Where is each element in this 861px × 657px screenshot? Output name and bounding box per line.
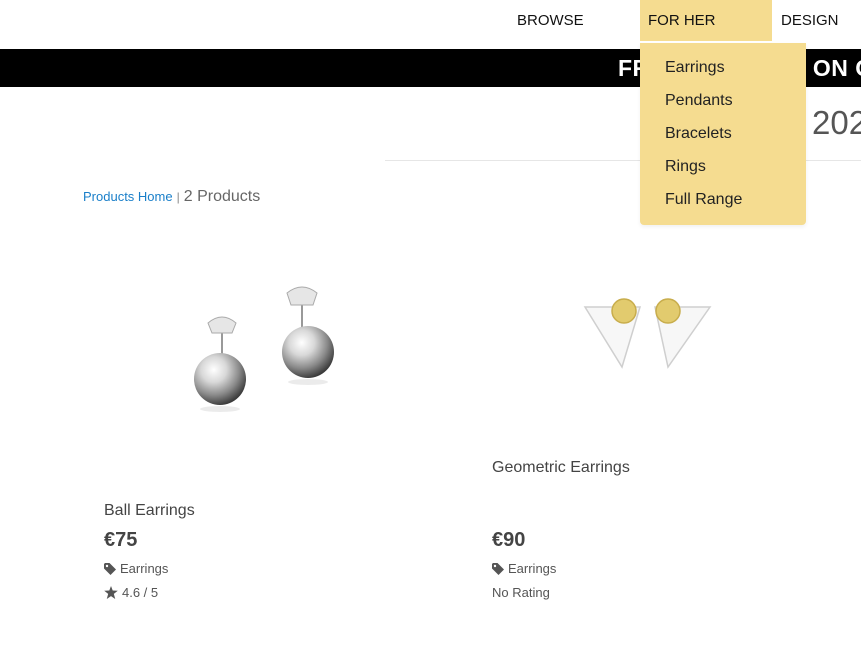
product-rating: 4.6 / 5 <box>104 585 158 600</box>
product-rating: No Rating <box>492 585 550 600</box>
breadcrumb-products-home-link[interactable]: Products Home <box>83 189 173 204</box>
top-nav: BROWSE FOR HER DESIGN <box>0 0 861 48</box>
dropdown-item-rings[interactable]: Rings <box>665 158 706 176</box>
product-category[interactable]: Earrings <box>104 561 168 576</box>
dropdown-item-bracelets[interactable]: Bracelets <box>665 125 732 143</box>
product-category-label: Earrings <box>120 561 169 576</box>
dropdown-item-pendants[interactable]: Pendants <box>665 92 733 110</box>
product-category[interactable]: Earrings <box>492 561 556 576</box>
product-price: €75 <box>104 529 138 551</box>
tag-icon <box>492 563 504 575</box>
product-price: €90 <box>492 529 526 551</box>
tag-icon <box>104 563 116 575</box>
product-category-label: Earrings <box>508 561 557 576</box>
product-count: 2 Products <box>183 188 261 205</box>
nav-browse[interactable]: BROWSE <box>517 0 584 41</box>
page-heading: 202 <box>812 104 861 141</box>
ball-earrings-image[interactable] <box>180 275 350 435</box>
product-title[interactable]: Geometric Earrings <box>492 459 630 477</box>
breadcrumb-separator: | <box>176 190 180 204</box>
geometric-earrings-image[interactable] <box>580 290 715 375</box>
product-rating-value: 4.6 / 5 <box>122 585 159 600</box>
breadcrumb: Products Home | 2 Products <box>83 188 260 206</box>
for-her-dropdown: Earrings Pendants Bracelets Rings Full R… <box>640 43 806 225</box>
star-icon <box>104 586 118 599</box>
product-title[interactable]: Ball Earrings <box>104 502 195 520</box>
dropdown-item-earrings[interactable]: Earrings <box>665 59 725 77</box>
nav-design[interactable]: DESIGN <box>781 0 839 41</box>
nav-for-her[interactable]: FOR HER <box>640 0 772 41</box>
dropdown-item-full-range[interactable]: Full Range <box>665 191 742 209</box>
